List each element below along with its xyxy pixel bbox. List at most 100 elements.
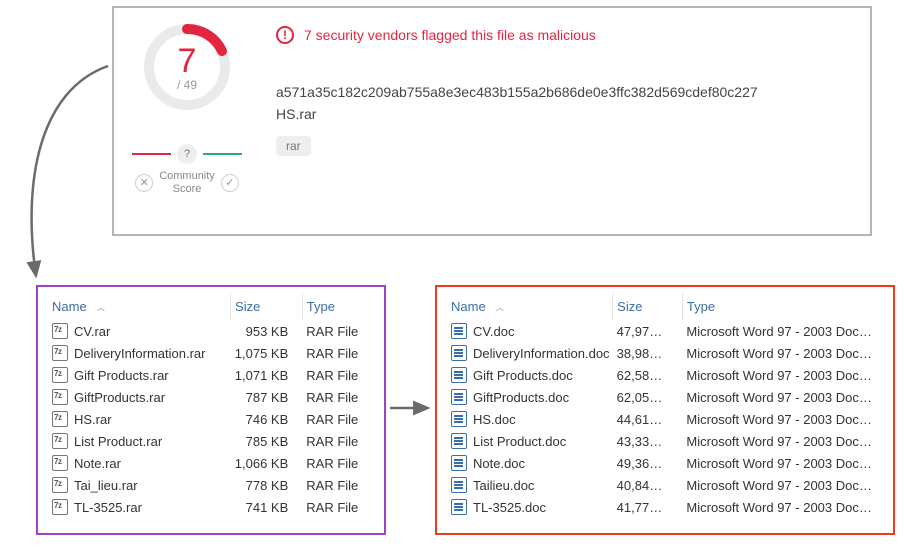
table-row[interactable]: Tailieu.doc40,842 KBMicrosoft Word 97 - … <box>447 474 883 496</box>
file-name: List Product.rar <box>74 434 162 449</box>
file-name-cell: List Product.doc <box>447 430 613 452</box>
file-name: Tailieu.doc <box>473 478 534 493</box>
table-header-row: Name︿ Size Type <box>48 293 374 320</box>
file-size: 746 KB <box>231 408 303 430</box>
file-size: 38,985 KB <box>613 342 683 364</box>
detection-total: / 49 <box>140 78 234 92</box>
file-type: RAR File <box>302 496 374 518</box>
archive-icon <box>52 367 68 383</box>
rar-files-table: Name︿ Size Type CV.rar953 KBRAR FileDeli… <box>48 293 374 518</box>
file-type: RAR File <box>302 430 374 452</box>
table-row[interactable]: HS.doc44,610 KBMicrosoft Word 97 - 2003 … <box>447 408 883 430</box>
file-name: HS.rar <box>276 106 854 122</box>
table-row[interactable]: DeliveryInformation.doc38,985 KBMicrosof… <box>447 342 883 364</box>
word-doc-icon <box>451 411 467 427</box>
archive-icon <box>52 323 68 339</box>
sort-asc-icon: ︿ <box>97 303 105 312</box>
file-name-cell: Note.rar <box>48 452 231 474</box>
table-row[interactable]: Note.doc 49,360 KBMicrosoft Word 97 - 200… <box>447 452 883 474</box>
file-name: CV.doc <box>473 324 514 339</box>
col-type[interactable]: Type <box>302 293 374 320</box>
archive-icon <box>52 345 68 361</box>
help-icon[interactable]: ? <box>177 144 197 164</box>
col-type[interactable]: Type <box>682 293 883 320</box>
archive-icon <box>52 455 68 471</box>
file-size: 1,075 KB <box>231 342 303 364</box>
word-doc-icon <box>451 477 467 493</box>
file-name-cell: DeliveryInformation.rar <box>48 342 231 364</box>
table-row[interactable]: Gift Products.doc 62,584 KBMicrosoft Word… <box>447 364 883 386</box>
file-name: Tai_lieu.rar <box>74 478 138 493</box>
table-row[interactable]: TL-3525.doc41,772 KBMicrosoft Word 97 - … <box>447 496 883 518</box>
word-doc-icon <box>451 323 467 339</box>
file-name-cell: HS.doc <box>447 408 613 430</box>
table-row[interactable]: CV.rar953 KBRAR File <box>48 320 374 342</box>
col-size[interactable]: Size <box>613 293 683 320</box>
file-type: RAR File <box>302 474 374 496</box>
file-name: HS.doc <box>473 412 516 427</box>
file-name-cell: Tai_lieu.rar <box>48 474 231 496</box>
table-row[interactable]: Gift Products.rar1,071 KBRAR File <box>48 364 374 386</box>
col-name[interactable]: Name︿ <box>48 293 231 320</box>
word-doc-icon <box>451 499 467 515</box>
check-icon[interactable]: ✓ <box>221 174 239 192</box>
file-size: 953 KB <box>231 320 303 342</box>
file-type: RAR File <box>302 342 374 364</box>
file-type: RAR File <box>302 364 374 386</box>
file-name-cell: GiftProducts.doc <box>447 386 613 408</box>
file-name-cell: TL-3525.rar <box>48 496 231 518</box>
archive-icon <box>52 433 68 449</box>
word-doc-icon <box>451 389 467 405</box>
doc-files-panel: Name︿ Size Type CV.doc47,974 KBMicrosoft… <box>435 285 895 535</box>
file-size: 62,584 KB <box>613 364 683 386</box>
arrow-card-to-left <box>0 0 150 300</box>
file-name-cell: Note.doc <box>447 452 613 474</box>
file-name-cell: HS.rar <box>48 408 231 430</box>
table-row[interactable]: Note.rar1,066 KBRAR File <box>48 452 374 474</box>
file-name: Gift Products.doc <box>473 368 573 383</box>
malicious-warning: ! 7 security vendors flagged this file a… <box>276 26 854 44</box>
file-hash: a571a35c182c209ab755a8e3ec483b155a2b686d… <box>276 82 854 104</box>
community-bar-positive <box>203 153 242 155</box>
community-score-label: Community <box>159 170 215 183</box>
file-type: Microsoft Word 97 - 2003 Document <box>682 320 883 342</box>
table-row[interactable]: GiftProducts.doc 62,053 KBMicrosoft Word … <box>447 386 883 408</box>
file-name-cell: CV.rar <box>48 320 231 342</box>
sort-asc-icon: ︿ <box>496 303 504 312</box>
col-name[interactable]: Name︿ <box>447 293 613 320</box>
table-row[interactable]: GiftProducts.rar787 KBRAR File <box>48 386 374 408</box>
table-row[interactable]: DeliveryInformation.rar1,075 KBRAR File <box>48 342 374 364</box>
file-size: 49,360 KB <box>613 452 683 474</box>
table-row[interactable]: List Product.rar 785 KBRAR File <box>48 430 374 452</box>
table-row[interactable]: List Product.doc43,331 KBMicrosoft Word … <box>447 430 883 452</box>
file-type: Microsoft Word 97 - 2003 Document <box>682 474 883 496</box>
arrow-left-to-right <box>388 398 436 418</box>
archive-icon <box>52 411 68 427</box>
file-type: Microsoft Word 97 - 2003 Document <box>682 342 883 364</box>
table-row[interactable]: CV.doc 47,974 KBMicrosoft Word 97 - 2003 … <box>447 320 883 342</box>
file-type: Microsoft Word 97 - 2003 Document <box>682 452 883 474</box>
file-type: Microsoft Word 97 - 2003 Document <box>682 364 883 386</box>
table-row[interactable]: HS.rar746 KBRAR File <box>48 408 374 430</box>
file-size: 785 KB <box>231 430 303 452</box>
file-size: 62,053 KB <box>613 386 683 408</box>
malicious-warning-text: 7 security vendors flagged this file as … <box>304 27 596 43</box>
file-name: GiftProducts.rar <box>74 390 165 405</box>
table-row[interactable]: Tai_lieu.rar778 KBRAR File <box>48 474 374 496</box>
col-size[interactable]: Size <box>231 293 303 320</box>
file-name: GiftProducts.doc <box>473 390 569 405</box>
file-size: 47,974 KB <box>613 320 683 342</box>
file-name: TL-3525.doc <box>473 500 546 515</box>
file-name-cell: Gift Products.doc <box>447 364 613 386</box>
archive-icon <box>52 499 68 515</box>
file-name: CV.rar <box>74 324 110 339</box>
file-size: 741 KB <box>231 496 303 518</box>
rar-files-panel: Name︿ Size Type CV.rar953 KBRAR FileDeli… <box>36 285 386 535</box>
file-name: Note.doc <box>473 456 525 471</box>
table-row[interactable]: TL-3525.rar741 KBRAR File <box>48 496 374 518</box>
file-name: Note.rar <box>74 456 121 471</box>
file-type: Microsoft Word 97 - 2003 Document <box>682 386 883 408</box>
doc-files-table: Name︿ Size Type CV.doc47,974 KBMicrosoft… <box>447 293 883 518</box>
file-size: 44,610 KB <box>613 408 683 430</box>
file-name-cell: List Product.rar <box>48 430 231 452</box>
